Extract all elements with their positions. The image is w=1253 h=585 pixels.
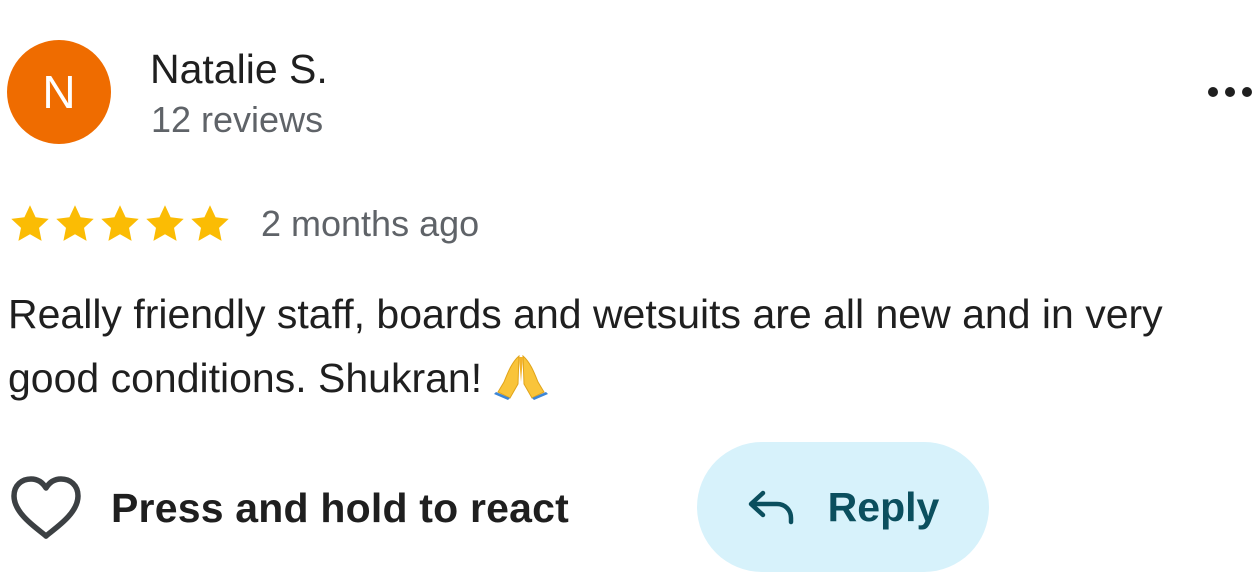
star-icon: [191, 205, 229, 241]
star-rating: [8, 201, 232, 247]
folded-hands-emoji-icon: [494, 354, 549, 400]
star-icon: [101, 205, 139, 241]
react-label: Press and hold to react: [111, 484, 570, 531]
react-button[interactable]: Press and hold to react: [8, 472, 569, 544]
author-name[interactable]: Natalie S.: [150, 44, 328, 94]
more-options-icon: [1208, 87, 1218, 97]
avatar-initial: N: [42, 66, 76, 118]
more-options-icon-dot: [1225, 87, 1235, 97]
reply-label: Reply: [827, 483, 940, 530]
review-card: N Natalie S. 12 reviews 2 months ago Rea…: [0, 0, 1253, 585]
more-options-button[interactable]: [1198, 70, 1253, 114]
reply-button[interactable]: Reply: [697, 442, 989, 572]
avatar[interactable]: N: [7, 40, 111, 144]
review-timestamp: 2 months ago: [261, 203, 480, 244]
author-review-count[interactable]: 12 reviews: [151, 97, 323, 143]
more-options-icon-dot: [1242, 87, 1252, 97]
star-icon: [56, 205, 94, 241]
review-body: Really friendly staff, boards and wetsui…: [8, 282, 1248, 410]
review-text: Really friendly staff, boards and wetsui…: [8, 291, 1163, 401]
heart-outline-icon: [11, 476, 81, 539]
reply-arrow-icon: [748, 490, 793, 525]
star-icon: [146, 205, 184, 241]
star-icon: [11, 205, 49, 241]
